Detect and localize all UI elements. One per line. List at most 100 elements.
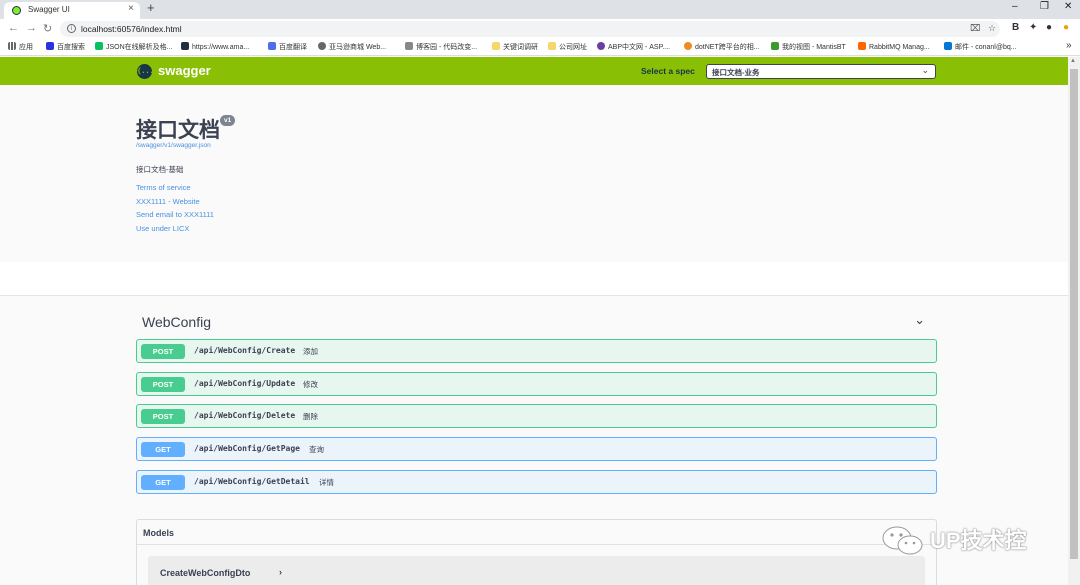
bookmark-item[interactable]: 亚马逊商城 Web...: [318, 42, 386, 52]
minimize-icon[interactable]: –: [1012, 1, 1018, 12]
opblock-getpage[interactable]: GET /api/WebConfig/GetPage 查询: [136, 437, 937, 461]
model-name: CreateWebConfigDto: [160, 568, 251, 578]
paw-icon: [46, 42, 54, 50]
browser-tab[interactable]: Swagger UI ×: [4, 2, 140, 19]
folder-icon: [492, 42, 500, 50]
extension-b-icon[interactable]: B: [1012, 22, 1019, 33]
bookmark-item[interactable]: dotNET跨平台的相...: [684, 42, 760, 52]
folder-icon: [548, 42, 556, 50]
version-badge: v1: [220, 115, 236, 126]
models-section: Models CreateWebConfigDto ›: [136, 519, 937, 585]
operation-path: /api/WebConfig/Update: [194, 379, 296, 388]
close-tab-icon[interactable]: ×: [128, 3, 134, 14]
browser-tab-bar: Swagger UI × + – ❐ ✕: [0, 0, 1080, 19]
bookmark-item[interactable]: ABP中文网 - ASP....: [597, 42, 670, 52]
wechat-icon: [882, 526, 923, 555]
back-icon[interactable]: ←: [8, 22, 19, 34]
model-item[interactable]: CreateWebConfigDto ›: [148, 556, 925, 585]
operation-summary: 删除: [303, 412, 318, 421]
bookmark-item[interactable]: 百度翻译: [268, 42, 307, 52]
api-description: 接口文档-基础: [136, 165, 184, 174]
operation-path: /api/WebConfig/Create: [194, 346, 296, 355]
address-bar: ← → ↻ i localhost:60576/index.html ⌧ ☆: [0, 19, 1080, 39]
translate-bm-icon: [268, 42, 276, 50]
forward-icon[interactable]: →: [26, 22, 37, 34]
reload-icon[interactable]: ↻: [43, 22, 52, 35]
bookmark-item[interactable]: 百度搜索: [46, 42, 85, 52]
swagger-favicon-icon: [12, 6, 21, 15]
operation-path: /api/WebConfig/GetDetail: [194, 477, 310, 486]
swagger-logo-icon[interactable]: {...}: [137, 64, 158, 79]
operation-summary: 修改: [303, 380, 318, 389]
scroll-up-icon[interactable]: ▲: [1070, 58, 1076, 64]
mantis-icon: [771, 42, 779, 50]
method-badge: POST: [141, 344, 185, 359]
divider: [137, 544, 936, 545]
swagger-topbar: {...} swagger Select a spec 接口文档-业务 ⌄: [0, 57, 1080, 85]
bookmark-item[interactable]: 我的视图 - MantisBT: [771, 42, 846, 52]
watermark: UP技术控: [880, 520, 1055, 560]
opblock-delete[interactable]: POST /api/WebConfig/Delete 删除: [136, 404, 937, 428]
bookmark-item[interactable]: RabbitMQ Manag...: [858, 42, 930, 51]
tab-title: Swagger UI: [28, 5, 70, 14]
cnblogs-icon: [405, 42, 413, 50]
extensions-puzzle-icon[interactable]: ✦: [1029, 22, 1037, 33]
bookmark-item[interactable]: 公司网址: [548, 42, 587, 52]
method-badge: GET: [141, 475, 185, 490]
bookmark-item[interactable]: 博客园 - 代码改变...: [405, 42, 477, 52]
license-link[interactable]: Use under LICX: [136, 224, 189, 233]
maximize-icon[interactable]: ❐: [1040, 1, 1049, 12]
page-title: 接口文档: [136, 119, 220, 142]
bookmarks-more-icon[interactable]: »: [1066, 40, 1072, 51]
dotnet-icon: [684, 42, 692, 50]
json-icon: [95, 42, 103, 50]
bookmark-star-icon[interactable]: ☆: [988, 23, 996, 34]
apps-grid-icon: [8, 42, 16, 50]
bookmark-item[interactable]: https://www.ama...: [181, 42, 249, 51]
spec-select-value: 接口文档-业务: [712, 68, 760, 77]
method-badge: GET: [141, 442, 185, 457]
terms-link[interactable]: Terms of service: [136, 183, 191, 192]
spec-select-label: Select a spec: [641, 66, 695, 76]
method-badge: POST: [141, 377, 185, 392]
opblock-getdetail[interactable]: GET /api/WebConfig/GetDetail 详情: [136, 470, 937, 494]
page-scrollbar[interactable]: ▲: [1068, 57, 1080, 585]
website-link[interactable]: XXX1111 - Website: [136, 197, 200, 206]
chevron-right-icon[interactable]: ›: [279, 567, 282, 577]
scroll-thumb[interactable]: [1070, 69, 1078, 559]
bookmark-item[interactable]: 邮件 - conanl@bq...: [944, 42, 1017, 52]
spec-select[interactable]: 接口文档-业务 ⌄: [706, 64, 936, 79]
opblock-update[interactable]: POST /api/WebConfig/Update 修改: [136, 372, 937, 396]
api-info: 接口文档 v1 /swagger/v1/swagger.json 接口文档-基础…: [0, 85, 1068, 262]
url-text: localhost:60576/index.html: [81, 24, 182, 34]
bookmark-item[interactable]: 关键词调研: [492, 42, 538, 52]
outlook-icon: [944, 42, 952, 50]
globe-icon: [318, 42, 326, 50]
amazon-icon: [181, 42, 189, 50]
models-title[interactable]: Models: [143, 528, 174, 538]
spec-json-link[interactable]: /swagger/v1/swagger.json: [136, 142, 211, 149]
opblock-create[interactable]: POST /api/WebConfig/Create 添加: [136, 339, 937, 363]
email-link[interactable]: Send email to XXX1111: [136, 210, 214, 219]
method-badge: POST: [141, 409, 185, 424]
abp-icon: [597, 42, 605, 50]
bookmarks-bar: 应用 百度搜索 JSON在线解析及格... https://www.ama...…: [0, 39, 1080, 56]
chevron-down-icon[interactable]: ⌄: [914, 312, 925, 328]
update-icon[interactable]: ●: [1063, 22, 1069, 33]
site-info-icon[interactable]: i: [67, 24, 76, 33]
url-input[interactable]: i localhost:60576/index.html ⌧ ☆: [60, 21, 1000, 37]
operation-path: /api/WebConfig/Delete: [194, 411, 296, 420]
bookmark-apps[interactable]: 应用: [8, 42, 33, 52]
operation-summary: 添加: [303, 347, 318, 356]
translate-icon[interactable]: ⌧: [970, 23, 980, 34]
bookmark-item[interactable]: JSON在线解析及格...: [95, 42, 173, 52]
rabbitmq-icon: [858, 42, 866, 50]
operation-summary: 查询: [309, 445, 324, 454]
swagger-logo-text[interactable]: swagger: [158, 63, 211, 78]
tag-name: WebConfig: [142, 314, 212, 330]
profile-icon[interactable]: ●: [1046, 22, 1052, 33]
new-tab-button[interactable]: +: [147, 0, 155, 15]
close-window-icon[interactable]: ✕: [1064, 1, 1072, 12]
section-divider: [0, 262, 1068, 296]
tag-webconfig-header[interactable]: WebConfig ⌄: [137, 310, 937, 336]
